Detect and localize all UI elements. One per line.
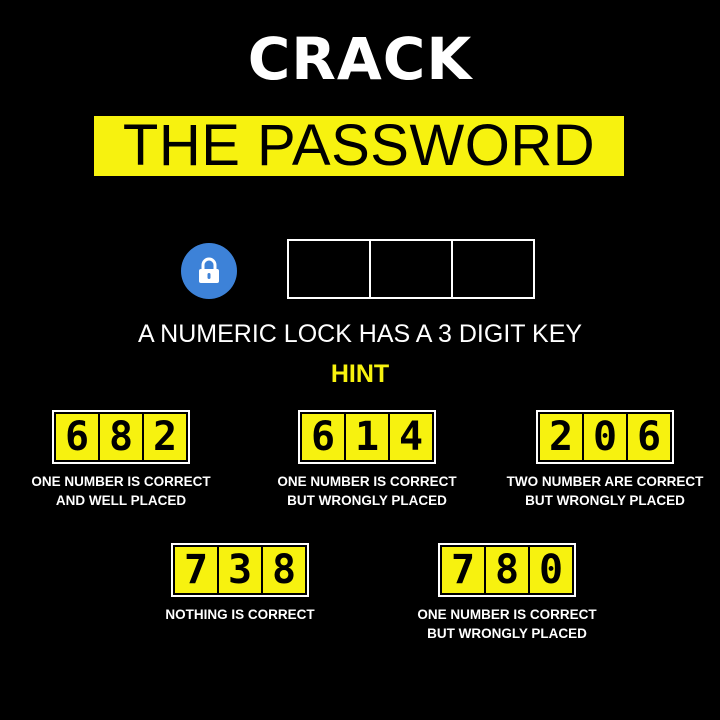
key-digit-slot-2[interactable] (371, 241, 453, 297)
clue-digit: 8 (263, 547, 305, 593)
clue-description: NOTHING IS CORRECT (125, 605, 355, 624)
clue-digit: 1 (346, 414, 388, 460)
clue-line-2: BUT WRONGLY PLACED (525, 493, 685, 508)
clue-digits: 6 8 2 (52, 410, 190, 464)
clue-line-1: NOTHING IS CORRECT (165, 607, 315, 622)
clue-line-2: AND WELL PLACED (55, 493, 187, 508)
clue-digit: 6 (628, 414, 670, 460)
key-digit-slot-1[interactable] (289, 241, 371, 297)
title-crack: CRACK (247, 25, 473, 93)
clue-digit: 6 (302, 414, 344, 460)
clue-description: TWO NUMBER ARE CORRECT BUT WRONGLY PLACE… (490, 472, 720, 510)
clue-card-1: 6 8 2 ONE NUMBER IS CORRECT AND WELL PLA… (6, 410, 236, 510)
clue-digit: 7 (442, 547, 484, 593)
clue-card-2: 6 1 4 ONE NUMBER IS CORRECT BUT WRONGLY … (252, 410, 482, 510)
clue-digit: 6 (56, 414, 98, 460)
clue-line-2: BUT WRONGLY PLACED (427, 626, 587, 641)
clue-digit: 0 (530, 547, 572, 593)
padlock-icon (181, 243, 237, 299)
clue-line-1: ONE NUMBER IS CORRECT (277, 474, 457, 489)
puzzle-description: A NUMERIC LOCK HAS A 3 DIGIT KEY (137, 320, 583, 348)
clue-line-2: BUT WRONGLY PLACED (287, 493, 447, 508)
clue-digit: 0 (584, 414, 626, 460)
clue-digit: 2 (144, 414, 186, 460)
clue-description: ONE NUMBER IS CORRECT BUT WRONGLY PLACED (252, 472, 482, 510)
clue-digits: 2 0 6 (536, 410, 674, 464)
clue-description: ONE NUMBER IS CORRECT AND WELL PLACED (6, 472, 236, 510)
clue-card-3: 2 0 6 TWO NUMBER ARE CORRECT BUT WRONGLY… (490, 410, 720, 510)
padlock-glyph (199, 257, 219, 283)
key-entry-boxes[interactable] (287, 239, 535, 299)
clue-digit: 4 (390, 414, 432, 460)
clue-card-4: 7 3 8 NOTHING IS CORRECT (125, 543, 355, 624)
clue-line-1: ONE NUMBER IS CORRECT (31, 474, 211, 489)
clue-digits: 6 1 4 (298, 410, 436, 464)
clue-line-1: TWO NUMBER ARE CORRECT (506, 474, 704, 489)
clue-digit: 8 (100, 414, 142, 460)
clue-card-5: 7 8 0 ONE NUMBER IS CORRECT BUT WRONGLY … (392, 543, 622, 643)
clue-digits: 7 3 8 (171, 543, 309, 597)
clue-digit: 2 (540, 414, 582, 460)
key-digit-slot-3[interactable] (453, 241, 533, 297)
clue-line-1: ONE NUMBER IS CORRECT (417, 607, 597, 622)
title-the-password: THE PASSWORD (122, 113, 596, 178)
title-band: THE PASSWORD (94, 116, 624, 176)
clue-description: ONE NUMBER IS CORRECT BUT WRONGLY PLACED (392, 605, 622, 643)
clue-digits: 7 8 0 (438, 543, 576, 597)
hint-heading: HINT (330, 360, 390, 388)
clue-digit: 3 (219, 547, 261, 593)
clue-digit: 8 (486, 547, 528, 593)
clue-digit: 7 (175, 547, 217, 593)
